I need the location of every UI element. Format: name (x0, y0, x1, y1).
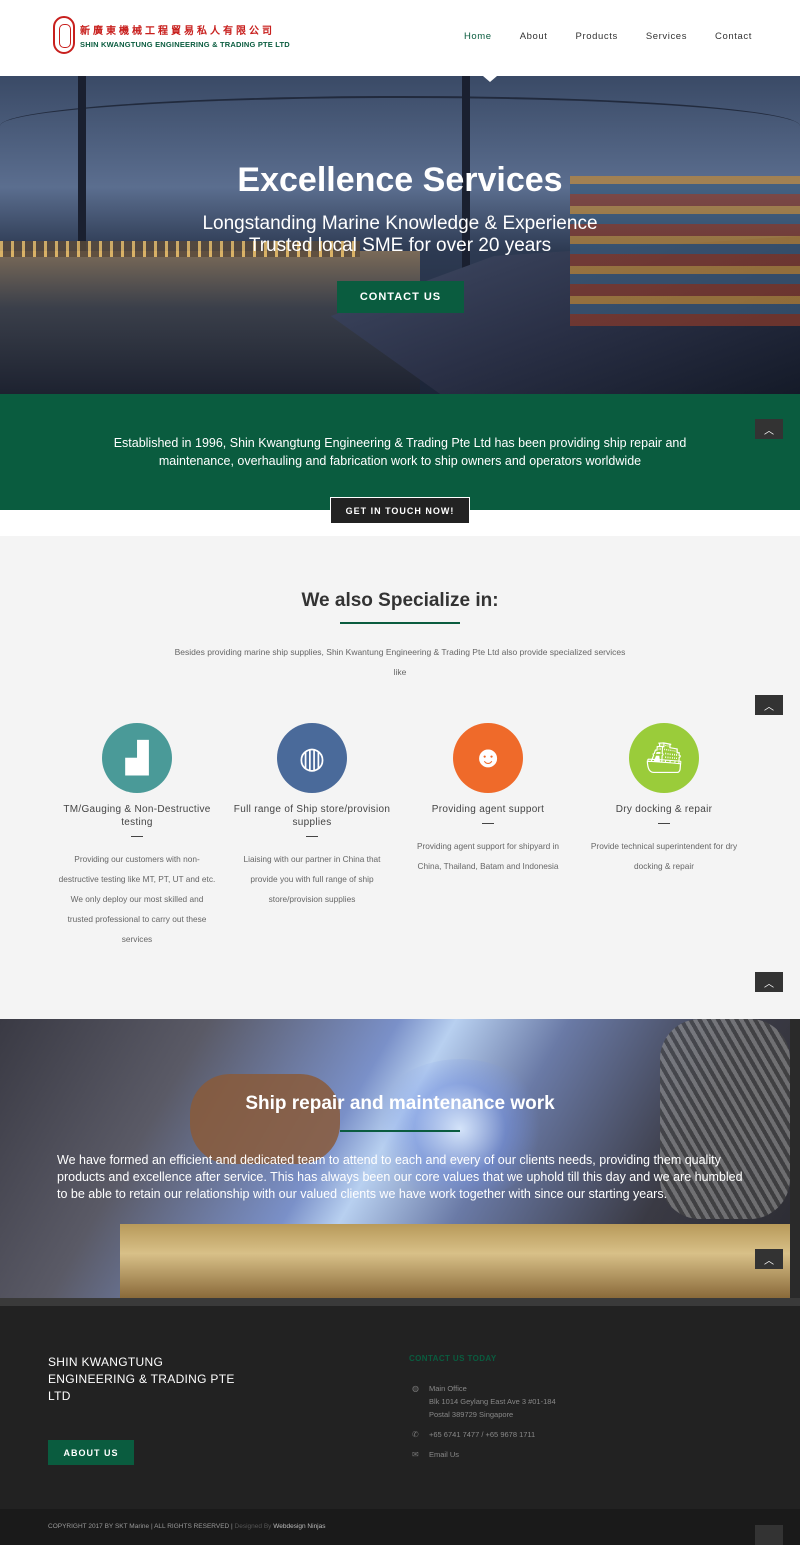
main-nav: Home About Products Services Contact (436, 31, 752, 42)
designer-link[interactable]: Webdesign Ninjas (273, 1523, 325, 1530)
service-text: Providing our customers with non-destruc… (58, 854, 216, 944)
copyright-bar: COPYRIGHT 2017 BY SKT Marine | ALL RIGHT… (0, 1509, 800, 1545)
ship-icon: ⛴ (629, 723, 699, 793)
service-card: ⛴ Dry docking & repair Provide technical… (584, 723, 744, 876)
chevron-up-icon: ︿ (764, 1255, 774, 1267)
chevron-up-icon: ︿ (764, 978, 774, 990)
repair-section: Ship repair and maintenance work We have… (0, 1019, 790, 1298)
service-card: ◍ Full range of Ship store/provision sup… (232, 723, 392, 909)
footer-company-name: SHIN KWANGTUNG ENGINEERING & TRADING PTE… (48, 1355, 235, 1403)
office-address: ◍ Main Office Blk 1014 Geylang East Ave … (412, 1384, 556, 1419)
service-text: Providing agent support for shipyard in … (416, 841, 560, 871)
back-to-top-button[interactable]: ︿ (755, 1249, 783, 1269)
service-title: Full range of Ship store/provision suppl… (233, 804, 391, 828)
envelope-icon: ✉ (412, 1450, 419, 1459)
service-card: ▟ TM/Gauging & Non-Destructive testing P… (57, 723, 217, 949)
site-header: 新廣東機械工程貿易私人有限公司 SHIN KWANGTUNG ENGINEERI… (0, 0, 800, 76)
phone-icon: ✆ (412, 1430, 419, 1439)
back-to-top-button[interactable]: ︿ (755, 695, 783, 715)
nav-active-indicator (483, 76, 497, 82)
nav-contact[interactable]: Contact (715, 31, 752, 42)
title-underline (340, 1130, 460, 1132)
service-title: Dry docking & repair (615, 804, 713, 815)
intro-band: Established in 1996, Shin Kwangtung Engi… (0, 394, 800, 510)
section-text: We have formed an efficient and dedicate… (57, 1153, 743, 1201)
nav-services[interactable]: Services (646, 31, 687, 42)
hero-title: Excellence Services (237, 161, 563, 199)
site-footer: SHIN KWANGTUNG ENGINEERING & TRADING PTE… (0, 1306, 800, 1509)
logo-chinese-name: 新廣東機械工程貿易私人有限公司 (80, 25, 275, 37)
copyright-text: COPYRIGHT 2017 BY SKT Marine | ALL RIGHT… (48, 1523, 326, 1530)
section-title: Ship repair and maintenance work (245, 1093, 555, 1114)
service-title: TM/Gauging & Non-Destructive testing (63, 804, 211, 828)
hero-subtitle: Longstanding Marine Knowledge & Experien… (202, 213, 598, 256)
service-text: Provide technical superintendent for dry… (590, 841, 738, 871)
back-to-top-button[interactable]: ︿ (755, 972, 783, 992)
phone-number: ✆ +65 6741 7477 / +65 9678 1711 (412, 1430, 536, 1439)
chevron-up-icon: ︿ (764, 425, 774, 437)
logo-english-name: SHIN KWANGTUNG ENGINEERING & TRADING PTE… (80, 39, 290, 49)
service-title: Providing agent support (431, 804, 545, 815)
hero-banner: Excellence Services Longstanding Marine … (0, 76, 800, 394)
about-us-button[interactable]: ABOUT US (48, 1440, 134, 1465)
title-underline (340, 622, 460, 624)
welder-glove (190, 1074, 340, 1164)
globe-icon: ◍ (277, 723, 347, 793)
logo-seal-icon (53, 16, 75, 54)
section-description: Besides providing marine ship supplies, … (174, 647, 626, 677)
intro-text: Established in 1996, Shin Kwangtung Engi… (113, 436, 687, 468)
back-to-top-button[interactable]: ︿ (755, 419, 783, 439)
chevron-up-icon: ︿ (764, 701, 774, 713)
logo[interactable]: 新廣東機械工程貿易私人有限公司 SHIN KWANGTUNG ENGINEERI… (53, 16, 290, 54)
contact-us-button[interactable]: CONTACT US (337, 281, 464, 313)
nav-products[interactable]: Products (576, 31, 618, 42)
email-link: ✉ Email Us (412, 1450, 460, 1459)
contact-title: CONTACT US TODAY (409, 1354, 497, 1363)
service-text: Liaising with our partner in China that … (243, 854, 381, 904)
nav-about[interactable]: About (520, 31, 548, 42)
group-icon: ☻ (453, 723, 523, 793)
section-title: We also Specialize in: (301, 590, 499, 611)
get-in-touch-button[interactable]: GET IN TOUCH NOW! (330, 497, 470, 524)
nav-home[interactable]: Home (464, 31, 492, 42)
service-card: ☻ Providing agent support Providing agen… (408, 723, 568, 876)
specialize-section: We also Specialize in: Besides providing… (0, 536, 800, 1019)
back-to-top-button[interactable] (755, 1525, 783, 1545)
factory-icon: ▟ (102, 723, 172, 793)
globe-icon: ◍ (412, 1384, 419, 1393)
